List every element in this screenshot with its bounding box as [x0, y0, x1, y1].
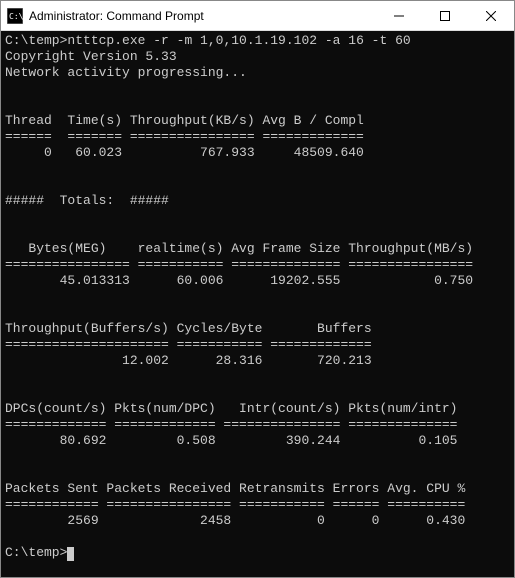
- table-header: Packets Sent Packets Received Retransmit…: [5, 481, 465, 496]
- table-row: 45.013313 60.006 19202.555 0.750: [5, 273, 473, 288]
- table-separator: ================ =========== ===========…: [5, 257, 473, 272]
- table-header: Thread Time(s) Throughput(KB/s) Avg B / …: [5, 113, 364, 128]
- window-controls: [376, 1, 514, 30]
- terminal-area[interactable]: C:\temp>ntttcp.exe -r -m 1,0,10.1.19.102…: [1, 31, 514, 577]
- table-header: Bytes(MEG) realtime(s) Avg Frame Size Th…: [5, 241, 473, 256]
- table-row: 0 60.023 767.933 48509.640: [5, 145, 364, 160]
- command-text: ntttcp.exe -r -m 1,0,10.1.19.102 -a 16 -…: [67, 33, 410, 48]
- output-line: Copyright Version 5.33: [5, 49, 177, 64]
- maximize-button[interactable]: [422, 1, 468, 30]
- table-separator: ====== ======= ================ ========…: [5, 129, 364, 144]
- output-line: Network activity progressing...: [5, 65, 247, 80]
- table-separator: ============= ============= ============…: [5, 417, 457, 432]
- prompt-path: C:\temp>: [5, 545, 67, 560]
- table-row: 80.692 0.508 390.244 0.105: [5, 433, 457, 448]
- table-header: Throughput(Buffers/s) Cycles/Byte Buffer…: [5, 321, 372, 336]
- cursor: [67, 547, 74, 561]
- table-header: DPCs(count/s) Pkts(num/DPC) Intr(count/s…: [5, 401, 457, 416]
- table-row: 12.002 28.316 720.213: [5, 353, 372, 368]
- minimize-button[interactable]: [376, 1, 422, 30]
- window-title: Administrator: Command Prompt: [29, 9, 376, 23]
- totals-label: ##### Totals: #####: [5, 193, 169, 208]
- cmd-icon: C:\: [7, 8, 23, 24]
- svg-text:C:\: C:\: [9, 12, 23, 21]
- table-row: 2569 2458 0 0 0.430: [5, 513, 465, 528]
- command-prompt-window: C:\ Administrator: Command Prompt C:\tem…: [0, 0, 515, 578]
- close-button[interactable]: [468, 1, 514, 30]
- titlebar: C:\ Administrator: Command Prompt: [1, 1, 514, 31]
- prompt-path: C:\temp>: [5, 33, 67, 48]
- table-separator: ===================== =========== ======…: [5, 337, 372, 352]
- table-separator: ============ ================ ==========…: [5, 497, 465, 512]
